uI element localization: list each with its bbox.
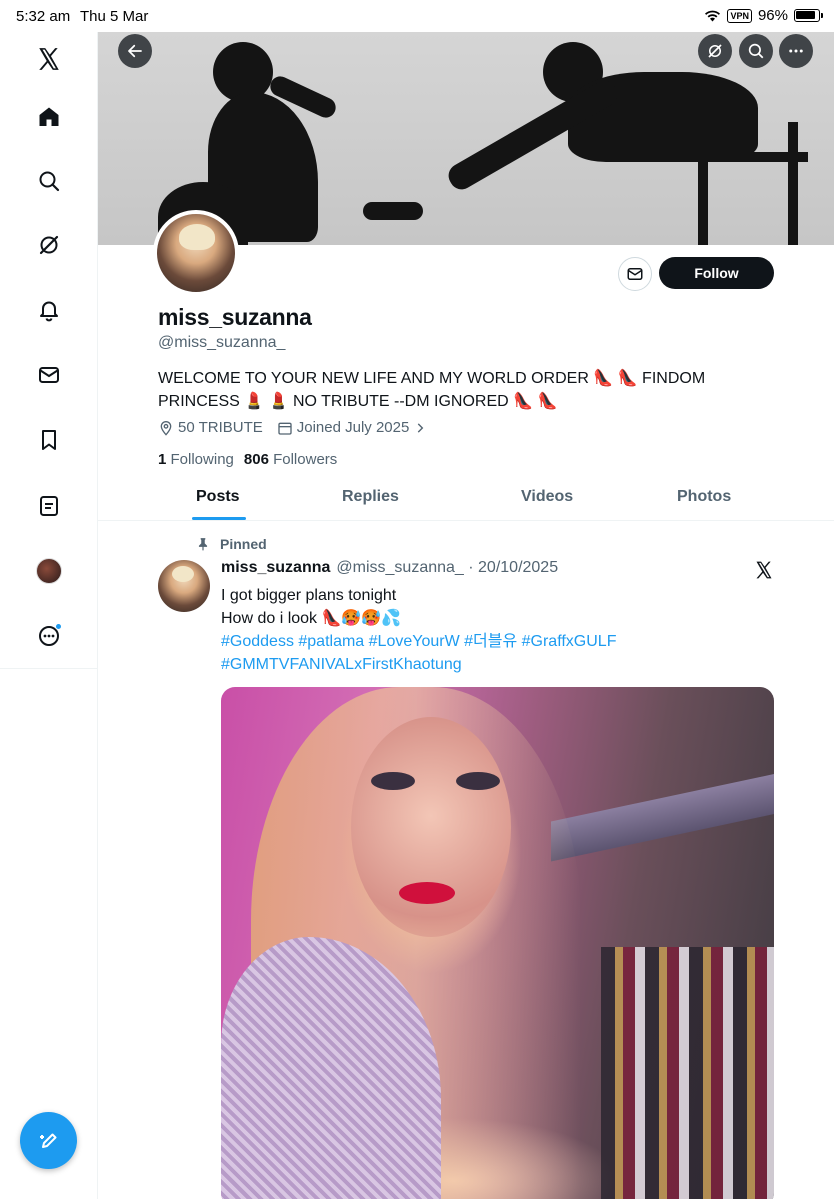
location-item: 50 TRIBUTE (158, 419, 263, 436)
avatar (36, 558, 62, 584)
arrow-left-icon (128, 44, 142, 58)
vpn-badge: VPN (727, 8, 752, 23)
sidebar-divider (0, 668, 98, 669)
back-button[interactable] (118, 34, 152, 68)
pin-icon (198, 538, 208, 551)
tweet-hashtags[interactable]: #Goddess #patlama #LoveYourW #더블유 #Graff… (221, 630, 781, 653)
follow-button[interactable]: Follow (659, 257, 774, 289)
location-pin-icon (160, 420, 172, 436)
followers-label: Followers (273, 451, 338, 468)
profile-tabs: Posts Replies Videos Photos (98, 479, 834, 521)
status-indicators: VPN 96% (704, 7, 823, 24)
active-tab-indicator (192, 517, 246, 520)
status-time: 5:32 am (16, 8, 71, 25)
tweet-avatar[interactable] (158, 560, 210, 612)
status-date: Thu 5 Mar (80, 8, 149, 25)
lists-icon[interactable] (24, 481, 74, 531)
more-options-button[interactable] (779, 34, 813, 68)
more-icon[interactable] (24, 611, 74, 661)
search-icon[interactable] (24, 156, 74, 206)
location-text: 50 TRIBUTE (178, 419, 263, 436)
battery-icon (794, 9, 823, 22)
profile-meta: 50 TRIBUTE Joined July 2025 (158, 419, 427, 436)
mail-icon[interactable] (24, 350, 74, 400)
tweet-text: I got bigger plans tonight How do i look… (221, 584, 781, 676)
tweet-line: How do i look 👠🥵🥵💦 (221, 610, 402, 627)
wifi-icon (705, 10, 721, 22)
status-bar: 5:32 am Thu 5 Mar VPN 96% (0, 0, 834, 32)
profile-handle: @miss_suzanna_ (158, 334, 286, 351)
tab-photos[interactable]: Photos (677, 488, 731, 506)
joined-item[interactable]: Joined July 2025 (277, 419, 428, 436)
tweet-author-name[interactable]: miss_suzanna (221, 559, 330, 577)
tweet-media-image[interactable] (221, 687, 774, 1199)
display-name: miss_suzanna (158, 304, 312, 330)
tweet-hashtags[interactable]: #GMMTVFANIVALxFirstKhaotung (221, 653, 781, 676)
follow-counts: 1 Following 806 Followers (158, 451, 337, 468)
tab-posts[interactable]: Posts (196, 488, 240, 506)
battery-percent: 96% (757, 7, 788, 24)
bio-line: PRINCESS 💄 💄 NO TRIBUTE --DM IGNORED 👠 👠 (158, 393, 558, 410)
compose-icon (39, 1133, 56, 1148)
followers-count: 806 (243, 451, 269, 468)
pinned-indicator: Pinned (196, 536, 267, 552)
notification-dot (55, 623, 62, 630)
bio-line: WELCOME TO YOUR NEW LIFE AND MY WORLD OR… (158, 370, 706, 387)
chevron-right-icon (418, 422, 424, 433)
following-count: 1 (158, 451, 167, 468)
search-button[interactable] (739, 34, 773, 68)
compose-button[interactable] (20, 1112, 77, 1169)
grok-icon (708, 44, 722, 58)
grok-icon[interactable] (24, 220, 74, 270)
mail-icon (627, 268, 643, 280)
tweet-handle-date: @miss_suzanna_ · 20/10/2025 (336, 559, 559, 576)
tweet-line: I got bigger plans tonight (221, 587, 397, 604)
joined-text: Joined July 2025 (296, 419, 410, 436)
more-horizontal-icon (789, 49, 803, 53)
x-logo-icon[interactable] (24, 34, 74, 84)
following-label: Following (170, 451, 234, 468)
tab-videos[interactable]: Videos (521, 488, 573, 506)
pinned-label: Pinned (220, 536, 267, 552)
grok-button[interactable] (698, 34, 732, 68)
profile-bio: WELCOME TO YOUR NEW LIFE AND MY WORLD OR… (158, 367, 758, 413)
profile-avatar[interactable] (24, 546, 74, 596)
message-button[interactable] (618, 257, 652, 291)
tweet-header: miss_suzanna @miss_suzanna_ · 20/10/2025 (221, 559, 558, 577)
bell-icon[interactable] (24, 285, 74, 335)
profile-avatar-large[interactable] (153, 210, 239, 296)
x-logo-icon[interactable] (754, 560, 774, 585)
tab-replies[interactable]: Replies (342, 488, 399, 506)
bookmark-icon[interactable] (24, 415, 74, 465)
home-icon[interactable] (24, 92, 74, 142)
sidebar-nav (0, 32, 98, 1199)
followers-link[interactable]: 806 Followers (244, 451, 337, 468)
following-link[interactable]: 1 Following (158, 451, 234, 468)
calendar-icon (278, 422, 292, 435)
search-icon (748, 43, 764, 59)
